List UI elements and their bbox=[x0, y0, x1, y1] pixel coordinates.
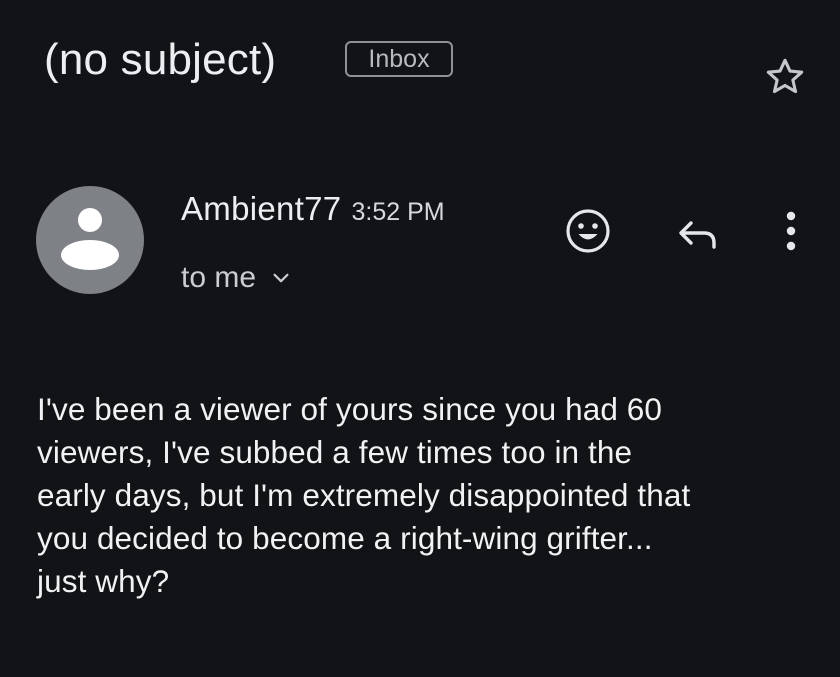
recipient-toggle[interactable]: to me bbox=[181, 258, 292, 298]
email-body: I've been a viewer of yours since you ha… bbox=[37, 391, 691, 599]
star-icon[interactable] bbox=[762, 54, 808, 100]
default-user-avatar-icon bbox=[61, 208, 119, 270]
email-subject: (no subject) bbox=[44, 35, 277, 84]
sender-name: Ambient77 bbox=[181, 190, 342, 227]
sent-time: 3:52 PM bbox=[351, 198, 445, 226]
reply-button[interactable] bbox=[674, 210, 720, 256]
add-reaction-button[interactable] bbox=[563, 206, 613, 256]
chevron-down-icon bbox=[273, 273, 289, 283]
avatar[interactable] bbox=[36, 186, 144, 294]
inbox-label-badge[interactable]: Inbox bbox=[345, 41, 453, 77]
recipient-label: to me bbox=[181, 261, 257, 294]
sender-info[interactable]: Ambient77 3:52 PM bbox=[181, 190, 445, 228]
more-options-button[interactable] bbox=[770, 206, 812, 256]
